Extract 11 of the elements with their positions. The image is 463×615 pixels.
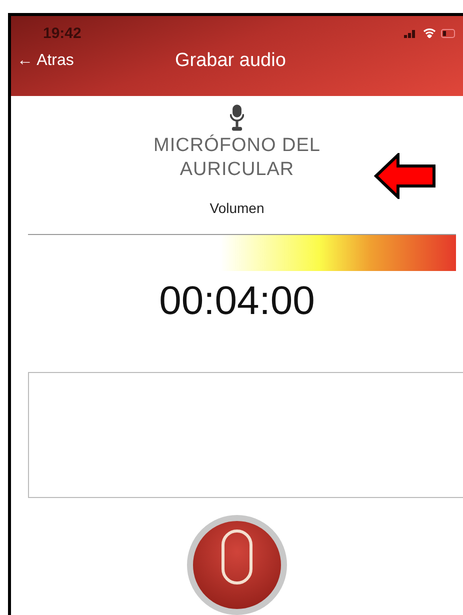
back-button[interactable]: ← Atras — [17, 52, 137, 70]
arrow-icon — [374, 153, 436, 199]
volume-label: Volumen — [210, 200, 264, 216]
notes-field[interactable] — [28, 372, 463, 498]
recording-timer: 00:04:00 — [159, 279, 315, 324]
status-time: 19:42 — [43, 24, 82, 42]
screen-title: Grabar audio — [175, 50, 286, 72]
battery-icon — [441, 28, 455, 38]
signal-icon — [404, 28, 418, 38]
wifi-icon — [423, 28, 436, 38]
microphone-source-label: MICRÓFONO DEL AURICULAR — [152, 134, 322, 182]
